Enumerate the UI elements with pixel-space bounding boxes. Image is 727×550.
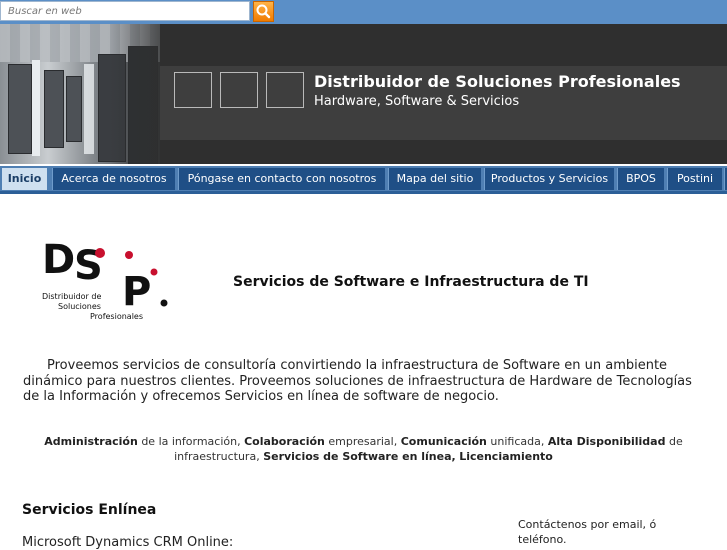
services-text: unificada, [486, 435, 548, 448]
site-title: Distribuidor de Soluciones Profesionales [314, 72, 681, 91]
service-software-en-linea: Servicios de Software en línea, [263, 450, 456, 463]
logo-letter-d: D [42, 237, 75, 283]
search-button[interactable] [253, 1, 274, 22]
site-header: Distribuidor de Soluciones Profesionales… [0, 24, 727, 164]
nav-item-contacto[interactable]: Póngase en contacto con nosotros [178, 168, 385, 190]
decorative-square [174, 72, 212, 108]
nav-item-productos[interactable]: Productos y Servicios [484, 168, 614, 190]
service-item-crm: Microsoft Dynamics CRM Online: [22, 535, 234, 550]
search-icon [256, 4, 271, 19]
service-alta-disponibilidad: Alta Disponibilidad [547, 435, 666, 448]
logo-line-3: Profesionales [90, 312, 143, 321]
logo-line-1: Distribuidor de [42, 292, 101, 301]
logo-dot [160, 299, 168, 307]
intro-paragraph: Proveemos servicios de consultoría convi… [23, 358, 692, 404]
page-heading: Servicios de Software e Infraestructura … [233, 274, 589, 290]
services-text: empresarial, [324, 435, 401, 448]
decorative-square [266, 72, 304, 108]
nav-item-mapa[interactable]: Mapa del sitio [388, 168, 481, 190]
service-licenciamiento: Licenciamiento [459, 450, 553, 463]
services-summary: Administración de la información, Colabo… [30, 434, 697, 464]
service-colaboracion: Colaboración [244, 435, 325, 448]
logo-line-2: Soluciones [58, 302, 101, 311]
nav-item-inicio[interactable]: Inicio [2, 168, 47, 190]
top-search-bar [0, 0, 727, 24]
contact-note: Contáctenos por email, ó teléfono. [518, 518, 657, 546]
decorative-square [220, 72, 258, 108]
service-comunicacion: Comunicación [400, 435, 487, 448]
nav-underline [0, 191, 727, 194]
section-title: Servicios Enlínea [22, 502, 157, 518]
service-administracion: Administración [44, 435, 138, 448]
nav-item-postini[interactable]: Postini [667, 168, 722, 190]
services-text: de la información, [137, 435, 245, 448]
search-input[interactable] [0, 1, 250, 21]
site-subtitle: Hardware, Software & Servicios [314, 94, 520, 109]
nav-item-acerca[interactable]: Acerca de nosotros [52, 168, 175, 190]
nav-item-bpos[interactable]: BPOS [617, 168, 664, 190]
company-logo: D S P Distribuidor de Soluciones Profesi… [42, 237, 168, 321]
logo-dot [95, 248, 105, 258]
logo-letter-p: P [122, 269, 151, 315]
logo-dot [125, 251, 133, 259]
logo-dot [150, 268, 158, 276]
